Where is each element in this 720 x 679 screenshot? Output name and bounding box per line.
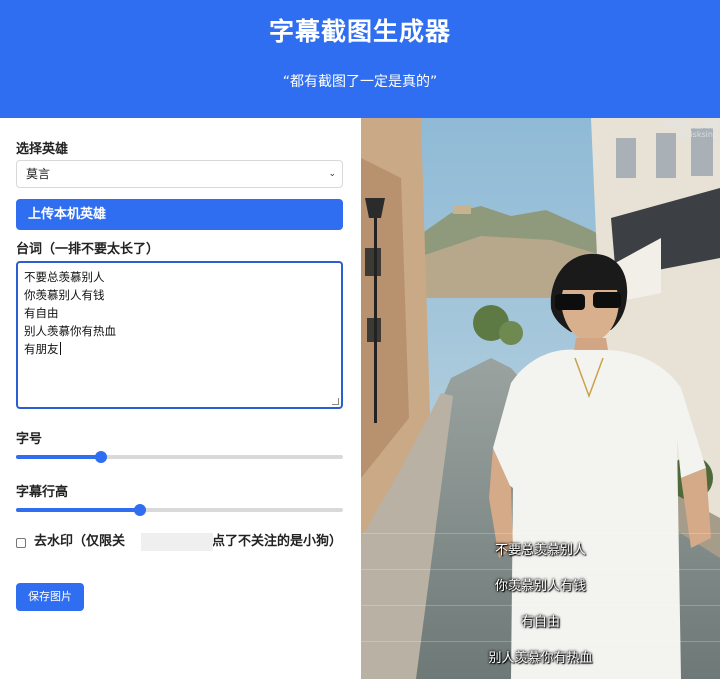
font-size-slider[interactable]: [16, 450, 343, 464]
font-size-slider-fill: [16, 455, 102, 459]
subtitle-strip: 不要总羡慕别人: [361, 533, 720, 569]
subtitle-strip: 你羡慕别人有钱: [361, 569, 720, 605]
textarea-line: 不要总羡慕别人: [24, 270, 105, 284]
app-header: 字幕截图生成器 “都有截图了一定是真的”: [0, 0, 720, 118]
lines-textarea[interactable]: 不要总羡慕别人 你羡慕别人有钱 有自由 别人羡慕你有热血 有朋友: [16, 261, 343, 409]
textarea-line: 有自由: [24, 306, 59, 320]
line-height-label: 字幕行高: [16, 485, 69, 500]
save-image-button[interactable]: 保存图片: [16, 583, 84, 611]
preview-image: 字幕截图生成器 @disksing 不要总羡慕别人 你羡慕别人有钱 有自由 别人…: [361, 118, 720, 679]
line-height-slider-thumb[interactable]: [134, 504, 147, 516]
hero-label: 选择英雄: [16, 142, 69, 157]
textarea-line: 别人羡慕你有热血: [24, 324, 116, 338]
app-title: 字幕截图生成器: [268, 17, 451, 46]
settings-panel: 选择英雄 莫言 ⌄ 上传本机英雄 台词（一排不要太长了） 不要总羡慕别人 你羡慕…: [0, 118, 361, 679]
subtitle-strip: 有自由: [361, 605, 720, 641]
watermark-line1: 字幕截图生成器: [662, 121, 718, 130]
text-cursor: [59, 342, 61, 355]
font-size-slider-thumb[interactable]: [95, 451, 108, 463]
app-subtitle: “都有截图了一定是真的”: [282, 74, 438, 90]
textarea-line: 有朋友: [24, 342, 59, 356]
watermark: 字幕截图生成器 @disksing: [662, 121, 718, 139]
remove-watermark-label-part1: 去水印（仅限关: [34, 534, 126, 549]
upload-hero-button[interactable]: 上传本机英雄: [16, 199, 343, 230]
font-size-label: 字号: [16, 432, 43, 447]
line-height-slider[interactable]: [16, 503, 343, 517]
subtitle-strip: 别人羡慕你有热血: [361, 641, 720, 677]
watermark-line2: @disksing: [677, 130, 718, 139]
resize-handle-icon[interactable]: [332, 398, 339, 405]
chevron-down-icon: ⌄: [328, 169, 336, 179]
hero-select[interactable]: 莫言 ⌄: [16, 160, 343, 188]
lines-label: 台词（一排不要太长了）: [16, 242, 160, 257]
subtitle-strips: 不要总羡慕别人 你羡慕别人有钱 有自由 别人羡慕你有热血: [361, 533, 720, 677]
hero-select-value: 莫言: [26, 167, 51, 181]
redacted-area: [141, 533, 213, 551]
textarea-line: 你羡慕别人有钱: [24, 288, 105, 302]
line-height-slider-fill: [16, 508, 141, 512]
remove-watermark-checkbox[interactable]: [16, 538, 26, 548]
